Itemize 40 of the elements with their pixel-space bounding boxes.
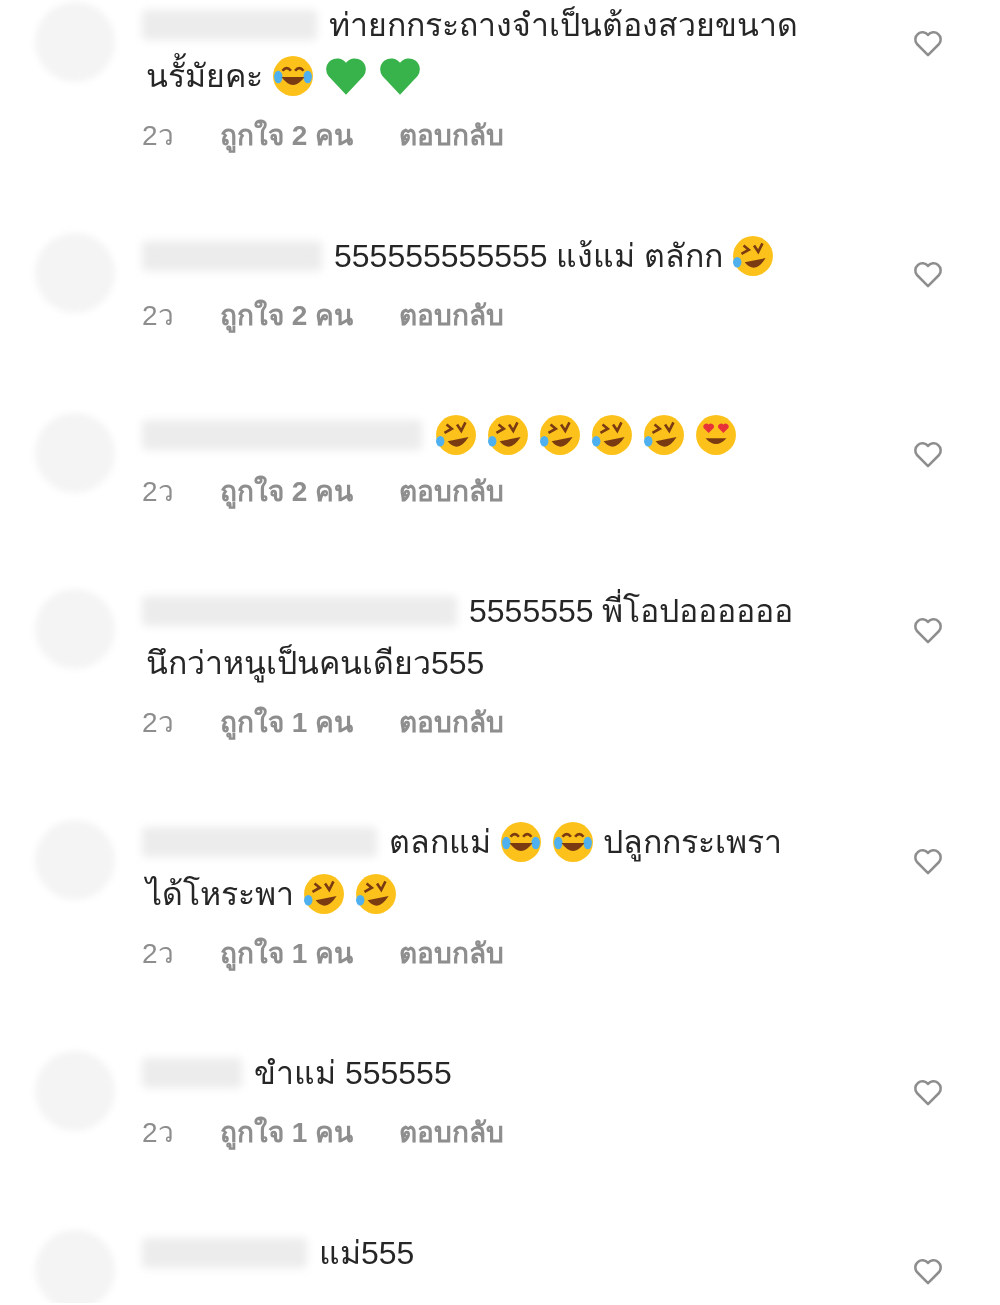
comment-text: แม่555 xyxy=(319,1233,415,1273)
rolling-laughing-emoji-icon xyxy=(732,234,775,277)
tears-of-joy-emoji-icon xyxy=(272,55,314,98)
tears-of-joy-emoji-icon xyxy=(500,821,542,864)
comment-text: ตลกแม่ xyxy=(389,823,491,863)
rolling-laughing-emoji-icon xyxy=(435,414,477,457)
comment-time: 2ว xyxy=(142,1116,175,1151)
likes-count[interactable]: ถูกใจ 2 คน xyxy=(220,471,354,512)
likes-count[interactable]: ถูกใจ 2 คน xyxy=(220,116,354,157)
comment-text: ขำแม่ 555555 xyxy=(254,1054,452,1094)
comment-time: 2ว xyxy=(142,474,175,509)
rolling-laughing-emoji-icon xyxy=(487,414,529,457)
reply-link[interactable]: ตอบกลับ xyxy=(399,702,505,743)
comment-text: 555555555555 แง้แม่ ตลักก xyxy=(334,236,724,276)
comment-text: ได้โหระพา xyxy=(146,874,294,914)
heart-eyes-emoji-icon xyxy=(695,414,737,457)
rolling-laughing-emoji-icon xyxy=(591,414,633,457)
likes-count[interactable]: ถูกใจ 2 คน xyxy=(220,295,354,336)
comment-text: ปลูกกระเพรา xyxy=(603,823,782,864)
rolling-laughing-emoji-icon xyxy=(303,872,345,915)
comment-time: 2ว xyxy=(142,298,175,333)
likes-count[interactable]: ถูกใจ 1 คน xyxy=(220,702,354,743)
rolling-laughing-emoji-icon xyxy=(643,414,685,457)
likes-count[interactable]: ถูกใจ 1 คน xyxy=(220,933,354,974)
comment-time: 2ว xyxy=(142,705,175,740)
rolling-laughing-emoji-icon xyxy=(539,414,581,457)
reply-link[interactable]: ตอบกลับ xyxy=(399,1113,505,1154)
tears-of-joy-emoji-icon xyxy=(552,821,594,864)
comment-text: นึกว่าหนูเป็นคนเดียว555 xyxy=(146,643,485,685)
comment-text: ท่ายกกระถางจำเป็นต้องสวยขนาด xyxy=(329,5,798,45)
comment-time: 2ว xyxy=(142,119,175,154)
likes-count[interactable]: ถูกใจ 1 คน xyxy=(220,1113,354,1154)
reply-link[interactable]: ตอบกลับ xyxy=(399,116,505,157)
reply-link[interactable]: ตอบกลับ xyxy=(399,933,505,974)
comment-text: 5555555 พี่โอปออออออ xyxy=(469,586,794,637)
rolling-laughing-emoji-icon xyxy=(355,872,397,915)
reply-link[interactable]: ตอบกลับ xyxy=(399,471,505,512)
comment-time: 2ว xyxy=(142,936,175,971)
reply-link[interactable]: ตอบกลับ xyxy=(399,295,505,336)
comment-text: นรั้มัยคะ xyxy=(146,51,263,102)
